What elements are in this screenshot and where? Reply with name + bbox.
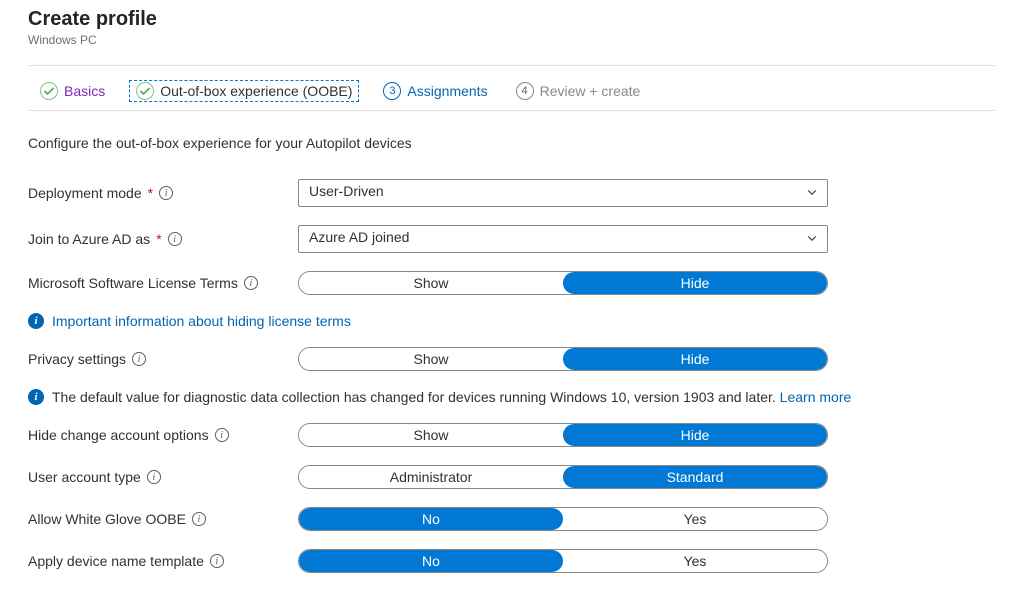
select-join-to-aad[interactable]: Azure AD joined [298,225,828,253]
chevron-down-icon [806,231,818,247]
toggle-option-standard[interactable]: Standard [563,466,827,488]
tab-review-label: Review + create [540,83,641,99]
toggle-option-administrator[interactable]: Administrator [299,466,563,488]
step-number-icon: 3 [383,82,401,100]
toggle-option-hide[interactable]: Hide [563,348,827,370]
select-deployment-mode[interactable]: User-Driven [298,179,828,207]
row-deployment-mode: Deployment mode * i User-Driven [28,179,996,207]
label-text: Privacy settings [28,351,126,367]
toggle-option-hide[interactable]: Hide [563,424,827,446]
info-icon[interactable]: i [147,470,161,484]
toggle-option-show[interactable]: Show [299,272,563,294]
toggle-option-no[interactable]: No [299,508,563,530]
label-license-terms: Microsoft Software License Terms i [28,275,298,291]
label-device-name-template: Apply device name template i [28,553,298,569]
toggle-white-glove: No Yes [298,507,828,531]
toggle-hide-change-account: Show Hide [298,423,828,447]
notice-privacy-body: The default value for diagnostic data co… [52,389,780,405]
select-value: Azure AD joined [298,225,828,253]
info-icon[interactable]: i [159,186,173,200]
check-icon [40,82,58,100]
info-icon[interactable]: i [132,352,146,366]
label-text: Join to Azure AD as [28,231,150,247]
label-hide-change-account: Hide change account options i [28,427,298,443]
label-deployment-mode: Deployment mode * i [28,185,298,201]
toggle-license-terms: Show Hide [298,271,828,295]
label-user-account-type: User account type i [28,469,298,485]
toggle-option-show[interactable]: Show [299,424,563,446]
label-privacy: Privacy settings i [28,351,298,367]
toggle-option-no[interactable]: No [299,550,563,572]
label-text: Allow White Glove OOBE [28,511,186,527]
required-asterisk: * [156,231,161,247]
tab-oobe[interactable]: Out-of-box experience (OOBE) [129,80,359,102]
notice-privacy: i The default value for diagnostic data … [28,389,996,405]
info-icon[interactable]: i [192,512,206,526]
tab-assignments[interactable]: 3 Assignments [379,80,491,102]
label-text: Apply device name template [28,553,204,569]
tab-review-create[interactable]: 4 Review + create [512,80,645,102]
label-text: Deployment mode [28,185,142,201]
step-number-icon: 4 [516,82,534,100]
toggle-privacy: Show Hide [298,347,828,371]
row-hide-change-account: Hide change account options i Show Hide [28,423,996,447]
divider [28,65,996,66]
notice-privacy-text: The default value for diagnostic data co… [52,389,851,405]
row-privacy: Privacy settings i Show Hide [28,347,996,371]
info-icon[interactable]: i [215,428,229,442]
tab-oobe-label: Out-of-box experience (OOBE) [160,83,352,99]
info-filled-icon: i [28,313,44,329]
chevron-down-icon [806,185,818,201]
toggle-option-yes[interactable]: Yes [563,508,827,530]
label-text: Hide change account options [28,427,209,443]
label-text: Microsoft Software License Terms [28,275,238,291]
info-icon[interactable]: i [168,232,182,246]
toggle-device-name-template: No Yes [298,549,828,573]
intro-text: Configure the out-of-box experience for … [28,135,996,151]
tab-basics[interactable]: Basics [36,80,109,102]
page-subtitle: Windows PC [28,33,996,47]
info-filled-icon: i [28,389,44,405]
label-join-to-aad: Join to Azure AD as * i [28,231,298,247]
toggle-option-yes[interactable]: Yes [563,550,827,572]
row-white-glove: Allow White Glove OOBE i No Yes [28,507,996,531]
link-learn-more[interactable]: Learn more [780,389,852,405]
toggle-option-show[interactable]: Show [299,348,563,370]
link-license-info[interactable]: Important information about hiding licen… [52,313,351,329]
info-icon[interactable]: i [210,554,224,568]
row-join-to-aad: Join to Azure AD as * i Azure AD joined [28,225,996,253]
required-asterisk: * [148,185,153,201]
page-title: Create profile [28,8,996,31]
select-value: User-Driven [298,179,828,207]
check-icon [136,82,154,100]
label-white-glove: Allow White Glove OOBE i [28,511,298,527]
toggle-option-hide[interactable]: Hide [563,272,827,294]
tab-basics-label: Basics [64,83,105,99]
info-icon[interactable]: i [244,276,258,290]
notice-license-terms: i Important information about hiding lic… [28,313,996,329]
row-user-account-type: User account type i Administrator Standa… [28,465,996,489]
tab-assignments-label: Assignments [407,83,487,99]
row-license-terms: Microsoft Software License Terms i Show … [28,271,996,295]
toggle-user-account-type: Administrator Standard [298,465,828,489]
row-device-name-template: Apply device name template i No Yes [28,549,996,573]
wizard-tabs: Basics Out-of-box experience (OOBE) 3 As… [28,70,996,111]
label-text: User account type [28,469,141,485]
